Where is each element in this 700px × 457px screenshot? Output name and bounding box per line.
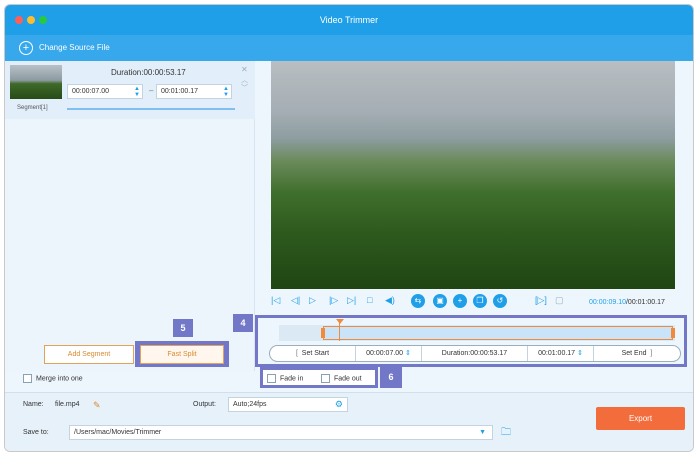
- merge-checkbox[interactable]: Merge into one: [23, 374, 83, 383]
- output-format-field[interactable]: Auto;24fps ⚙: [228, 397, 348, 412]
- segment-thumbnail: [10, 65, 62, 99]
- skip-end-icon[interactable]: ▷|: [347, 295, 356, 306]
- ab-loop-icon[interactable]: ⇆: [411, 294, 425, 308]
- crop-icon[interactable]: ▣: [433, 294, 447, 308]
- save-to-label: Save to:: [23, 429, 49, 436]
- export-button[interactable]: Export: [596, 407, 685, 430]
- rewind-icon[interactable]: ◁|: [291, 295, 300, 306]
- video-preview[interactable]: [271, 61, 675, 289]
- zoom-window-icon[interactable]: [39, 16, 47, 24]
- stepper-icon[interactable]: ▲ ▼: [223, 86, 229, 98]
- forward-icon[interactable]: |▷: [329, 295, 338, 306]
- name-label: Name:: [23, 401, 44, 408]
- fast-split-button[interactable]: Fast Split: [140, 345, 224, 364]
- start-time-field[interactable]: 00:00:07.00 ⇕: [356, 346, 422, 361]
- output-panel: [5, 392, 693, 451]
- segment-item[interactable]: Segment[1] Duration:00:00:53.17 00:00:07…: [5, 61, 255, 119]
- trim-end-handle[interactable]: [671, 328, 675, 338]
- fade-in-checkbox[interactable]: Fade in: [267, 374, 303, 383]
- callout-6: 6: [380, 367, 402, 388]
- segment-duration: Duration:00:00:53.17: [111, 68, 186, 77]
- title-bar: Video Trimmer: [5, 5, 693, 35]
- frame-icon[interactable]: [▷]: [535, 295, 547, 306]
- stop-icon[interactable]: □: [367, 295, 372, 305]
- segment-end-field[interactable]: 00:01:00.17 ▲ ▼: [156, 84, 232, 99]
- add-icon[interactable]: +: [453, 294, 467, 308]
- snapshot-icon[interactable]: ▢: [555, 295, 564, 306]
- output-label: Output:: [193, 401, 216, 408]
- end-time-field[interactable]: 00:01:00.17 ⇕: [528, 346, 594, 361]
- close-icon[interactable]: ✕: [241, 65, 248, 74]
- segment-label: Segment[1]: [17, 105, 48, 111]
- change-source-label: Change Source File: [39, 43, 110, 52]
- fade-out-checkbox[interactable]: Fade out: [321, 374, 362, 383]
- playhead-marker[interactable]: [336, 319, 344, 324]
- add-circle-icon: +: [19, 41, 33, 55]
- change-source-button[interactable]: + Change Source File: [5, 35, 693, 61]
- segment-progress-line: [67, 108, 235, 110]
- minimize-window-icon[interactable]: [27, 16, 35, 24]
- duration-display: Duration:00:00:53.17: [422, 346, 528, 361]
- save-path-field[interactable]: /Users/mac/Movies/Trimmer ▼: [69, 425, 493, 440]
- name-value: file.mp4: [55, 401, 80, 408]
- dropdown-arrow-icon[interactable]: ▼: [479, 426, 486, 439]
- checkbox-icon[interactable]: [23, 374, 32, 383]
- reset-icon[interactable]: ↺: [493, 294, 507, 308]
- checkbox-icon[interactable]: [267, 374, 276, 383]
- play-icon[interactable]: ▷: [309, 295, 316, 306]
- checkbox-icon[interactable]: [321, 374, 330, 383]
- edit-pencil-icon[interactable]: ✎: [93, 400, 101, 411]
- segment-panel: Segment[1] Duration:00:00:53.17 00:00:07…: [5, 61, 255, 371]
- gear-icon[interactable]: ⚙: [335, 398, 343, 411]
- app-window: Video Trimmer + Change Source File Segme…: [4, 4, 694, 452]
- range-dash: –: [149, 86, 154, 95]
- set-end-button[interactable]: Set End ]: [594, 346, 680, 361]
- skip-start-icon[interactable]: |◁: [271, 295, 280, 306]
- window-title: Video Trimmer: [319, 15, 379, 25]
- callout-5: 5: [173, 319, 193, 337]
- segment-start-field[interactable]: 00:00:07.00 ▲ ▼: [67, 84, 143, 99]
- trim-settings-row: [ Set Start 00:00:07.00 ⇕ Duration:00:00…: [269, 345, 681, 362]
- copy-icon[interactable]: ❐: [473, 294, 487, 308]
- close-window-icon[interactable]: [15, 16, 23, 24]
- folder-icon[interactable]: 🗀: [501, 425, 511, 442]
- time-readout: 00:00:09.10/00:01:00.17: [589, 299, 665, 306]
- timeline-selection[interactable]: [323, 326, 673, 340]
- playhead[interactable]: [339, 323, 340, 341]
- callout-4: 4: [233, 314, 253, 332]
- chevron-down-icon[interactable]: ﹀: [241, 83, 248, 93]
- add-segment-button[interactable]: Add Segment: [44, 345, 134, 364]
- volume-icon[interactable]: ◀): [385, 295, 395, 306]
- stepper-icon[interactable]: ▲ ▼: [134, 86, 140, 98]
- set-start-button[interactable]: [ Set Start: [270, 346, 356, 361]
- trim-start-handle[interactable]: [321, 328, 325, 338]
